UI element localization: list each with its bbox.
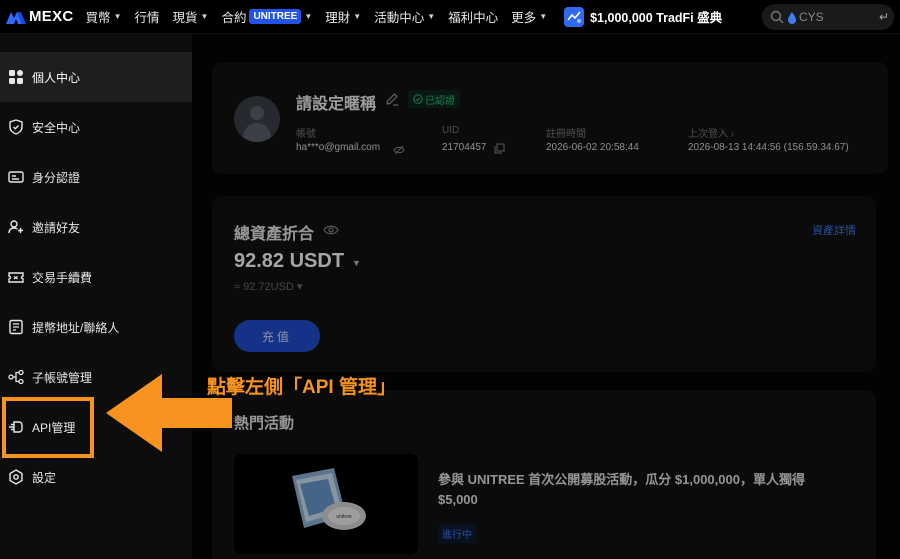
hot-events-card: 熱門活動 unitree 參與 UNITREE 首次公開募股活動，瓜分 $1,0… (212, 390, 876, 559)
address-book-icon (8, 319, 24, 335)
register-time-label: 註冊時間 (546, 129, 586, 140)
nav-label: 合約 (221, 11, 247, 25)
nav-buy-crypto[interactable]: 買幣 ▼ (86, 7, 122, 26)
main-content: 請設定暱稱 已認證 帳號 ha***o@gmail.com UID 217044… (192, 34, 900, 559)
unitree-badge: UNITREE (249, 9, 302, 24)
asset-details-link[interactable]: 資產詳情 (812, 222, 856, 238)
sidebar-item-referral[interactable]: 邀請好友 (0, 202, 192, 252)
sidebar-item-withdraw-address[interactable]: 提幣地址/聯絡人 (0, 302, 192, 352)
total-assets-title: 總資產折合 (234, 226, 315, 243)
caret-down-icon: ▼ (427, 12, 436, 21)
caret-down-icon: ▼ (353, 12, 362, 21)
nav-futures[interactable]: 合約 UNITREE ▼ (221, 7, 312, 26)
uid-label: UID (442, 125, 460, 136)
add-user-icon (8, 219, 24, 235)
hot-events-title: 熱門活動 (234, 415, 295, 432)
mexc-logo-icon (6, 10, 26, 24)
last-login-label[interactable]: 上次登入 › (688, 125, 734, 140)
account-value: ha***o@gmail.com (296, 142, 381, 153)
register-time-value: 2026-06-02 20:58:44 (546, 142, 639, 153)
nav-spot[interactable]: 現貨 ▼ (173, 7, 209, 26)
enter-key-icon: ↵ (879, 10, 890, 24)
asset-usd-equivalent[interactable]: ≈ 92.72USD ▾ (234, 280, 302, 293)
promo-image[interactable]: unitree (234, 454, 418, 554)
sidebar-item-label: 安全中心 (32, 120, 81, 135)
promo-status-badge: 進行中 (438, 524, 476, 543)
sidebar-item-label: 提幣地址/聯絡人 (32, 320, 120, 335)
tutorial-instruction-text: 點擊左側「API 管理」 (207, 377, 396, 398)
promo-description[interactable]: 參與 UNITREE 首次公開募股活動，瓜分 $1,000,000，單人獨得 $… (438, 470, 838, 510)
ticket-icon (8, 269, 24, 285)
sidebar-item-label: 個人中心 (32, 70, 81, 85)
nav-label: 行情 (134, 11, 160, 25)
currency-caret-down-icon[interactable]: ▼ (352, 258, 361, 268)
promo-image-label: unitree (336, 514, 352, 520)
sidebar-item-fees[interactable]: 交易手續費 (0, 252, 192, 302)
copy-icon[interactable] (494, 141, 505, 154)
check-circle-icon (413, 94, 423, 104)
sidebar-item-security[interactable]: 安全中心 (0, 102, 192, 152)
tradfi-promo-link[interactable]: $1,000,000 TradFi 盛典 (564, 6, 723, 27)
caret-down-icon: ▼ (304, 12, 313, 21)
sidebar-item-dashboard[interactable]: 個人中心 (0, 52, 192, 102)
total-asset-value: 92.82 USDT (234, 250, 345, 272)
nickname: 請設定暱稱 (296, 96, 377, 113)
avatar-head-shape (250, 106, 264, 120)
search-icon (770, 10, 784, 24)
token-drop-icon (787, 11, 797, 24)
tradfi-icon (564, 6, 585, 27)
sidebar-item-label: 身分認證 (32, 170, 81, 185)
sidebar-item-label: 設定 (32, 470, 57, 485)
nav-earn[interactable]: 理財 ▼ (325, 7, 361, 26)
logo-text: MEXC (29, 8, 74, 25)
eye-off-icon[interactable] (393, 142, 405, 155)
sub-account-icon (8, 369, 24, 385)
nav-markets[interactable]: 行情 (134, 7, 159, 26)
dashboard-icon (8, 69, 24, 85)
nav-label: 理財 (325, 11, 351, 25)
nav-label: 現貨 (172, 11, 198, 25)
nav-label: 福利中心 (448, 11, 499, 25)
sidebar-item-identity[interactable]: 身分認證 (0, 152, 192, 202)
verified-text: 已認證 (425, 95, 455, 107)
sidebar: 個人中心 安全中心 身分認證 邀請好友 交易手續費 提幣地址/聯絡人 子帳號管理… (0, 34, 192, 559)
nav-label: 買幣 (85, 11, 111, 25)
search-box[interactable]: ↵ (762, 4, 894, 30)
nav-label: 活動中心 (374, 11, 425, 25)
settings-icon (8, 469, 24, 485)
shield-icon (8, 119, 24, 135)
caret-down-icon: ▼ (539, 12, 548, 21)
mexc-logo[interactable]: MEXC (6, 8, 74, 25)
nav-rewards[interactable]: 福利中心 (448, 7, 498, 26)
sidebar-item-settings[interactable]: 設定 (0, 452, 192, 502)
top-navigation-bar: MEXC 買幣 ▼ 行情 現貨 ▼ 合約 UNITREE ▼ 理財 ▼ 活動中心 ▼ 福利中… (0, 0, 900, 34)
sidebar-item-label: 子帳號管理 (32, 370, 93, 385)
avatar[interactable] (234, 96, 280, 142)
verified-badge: 已認證 (408, 90, 460, 108)
nav-events[interactable]: 活動中心 ▼ (374, 7, 435, 26)
eye-icon[interactable] (323, 223, 339, 235)
profile-card: 請設定暱稱 已認證 帳號 ha***o@gmail.com UID 217044… (212, 62, 888, 174)
unitree-device-illustration: unitree (234, 454, 418, 554)
last-login-value: 2026-08-13 14:44:56 (156.59.34.67) (688, 142, 849, 153)
caret-down-icon: ▼ (113, 12, 122, 21)
sidebar-item-label: 邀請好友 (32, 220, 81, 235)
tradfi-text: $1,000,000 TradFi 盛典 (590, 11, 723, 25)
nav-label: 更多 (511, 11, 537, 25)
account-label: 帳號 (296, 129, 316, 140)
deposit-button[interactable]: 充值 (234, 320, 320, 352)
assets-card: 總資產折合 資產詳情 92.82 USDT ▼ ≈ 92.72USD ▾ 充值 (212, 196, 876, 372)
uid-value: 21704457 (442, 142, 487, 153)
sidebar-item-label: 交易手續費 (32, 270, 93, 285)
edit-pencil-icon[interactable] (385, 92, 399, 106)
avatar-body-shape (243, 123, 271, 142)
id-card-icon (8, 169, 24, 185)
nav-more[interactable]: 更多 ▼ (511, 7, 547, 26)
api-management-highlight-box (2, 397, 94, 458)
search-input[interactable] (799, 10, 879, 24)
caret-down-icon: ▼ (200, 12, 209, 21)
